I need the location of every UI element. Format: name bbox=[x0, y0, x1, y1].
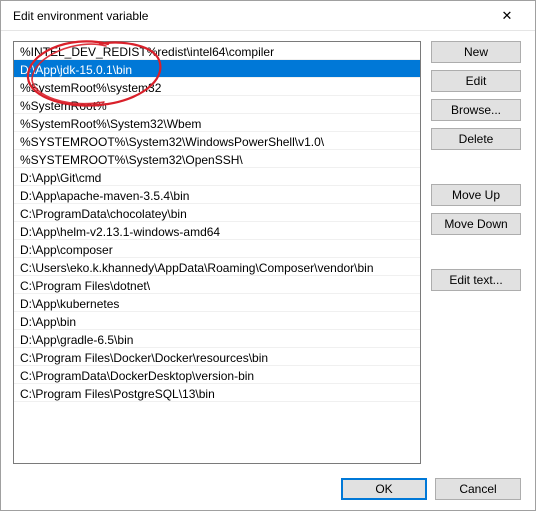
edit-text-button[interactable]: Edit text... bbox=[431, 269, 521, 291]
list-item[interactable]: %SYSTEMROOT%\System32\OpenSSH\ bbox=[14, 150, 420, 168]
delete-button[interactable]: Delete bbox=[431, 128, 521, 150]
cancel-button[interactable]: Cancel bbox=[435, 478, 521, 500]
list-item[interactable]: C:\Program Files\dotnet\ bbox=[14, 276, 420, 294]
ok-button[interactable]: OK bbox=[341, 478, 427, 500]
edit-button[interactable]: Edit bbox=[431, 70, 521, 92]
list-inner: %INTEL_DEV_REDIST%redist\intel64\compile… bbox=[14, 42, 420, 463]
move-down-button[interactable]: Move Down bbox=[431, 213, 521, 235]
path-listbox[interactable]: %INTEL_DEV_REDIST%redist\intel64\compile… bbox=[13, 41, 421, 464]
list-item[interactable]: %SystemRoot%\System32\Wbem bbox=[14, 114, 420, 132]
dialog-content: %INTEL_DEV_REDIST%redist\intel64\compile… bbox=[1, 31, 535, 510]
dialog-window: Edit environment variable ✕ %INTEL_DEV_R… bbox=[0, 0, 536, 511]
list-item[interactable]: %SystemRoot% bbox=[14, 96, 420, 114]
browse-button[interactable]: Browse... bbox=[431, 99, 521, 121]
main-row: %INTEL_DEV_REDIST%redist\intel64\compile… bbox=[13, 41, 521, 464]
list-item[interactable]: C:\Program Files\PostgreSQL\13\bin bbox=[14, 384, 420, 402]
list-item[interactable]: C:\Program Files\Docker\Docker\resources… bbox=[14, 348, 420, 366]
list-item[interactable]: D:\App\kubernetes bbox=[14, 294, 420, 312]
close-icon[interactable]: ✕ bbox=[487, 2, 527, 30]
list-item[interactable]: %SystemRoot%\system32 bbox=[14, 78, 420, 96]
side-button-column: New Edit Browse... Delete Move Up Move D… bbox=[431, 41, 521, 464]
list-item[interactable]: C:\ProgramData\chocolatey\bin bbox=[14, 204, 420, 222]
list-item[interactable]: D:\App\apache-maven-3.5.4\bin bbox=[14, 186, 420, 204]
list-item[interactable]: D:\App\composer bbox=[14, 240, 420, 258]
new-button[interactable]: New bbox=[431, 41, 521, 63]
list-item[interactable]: %INTEL_DEV_REDIST%redist\intel64\compile… bbox=[14, 42, 420, 60]
list-item[interactable]: D:\App\jdk-15.0.1\bin bbox=[14, 60, 420, 78]
dialog-footer: OK Cancel bbox=[13, 464, 521, 500]
window-title: Edit environment variable bbox=[13, 9, 487, 23]
list-item[interactable]: D:\App\helm-v2.13.1-windows-amd64 bbox=[14, 222, 420, 240]
list-item[interactable]: D:\App\bin bbox=[14, 312, 420, 330]
spacer bbox=[431, 242, 521, 262]
spacer bbox=[431, 157, 521, 177]
move-up-button[interactable]: Move Up bbox=[431, 184, 521, 206]
list-item[interactable]: C:\ProgramData\DockerDesktop\version-bin bbox=[14, 366, 420, 384]
list-item[interactable]: C:\Users\eko.k.khannedy\AppData\Roaming\… bbox=[14, 258, 420, 276]
list-item[interactable]: %SYSTEMROOT%\System32\WindowsPowerShell\… bbox=[14, 132, 420, 150]
list-item[interactable]: D:\App\gradle-6.5\bin bbox=[14, 330, 420, 348]
list-item[interactable]: D:\App\Git\cmd bbox=[14, 168, 420, 186]
titlebar: Edit environment variable ✕ bbox=[1, 1, 535, 31]
